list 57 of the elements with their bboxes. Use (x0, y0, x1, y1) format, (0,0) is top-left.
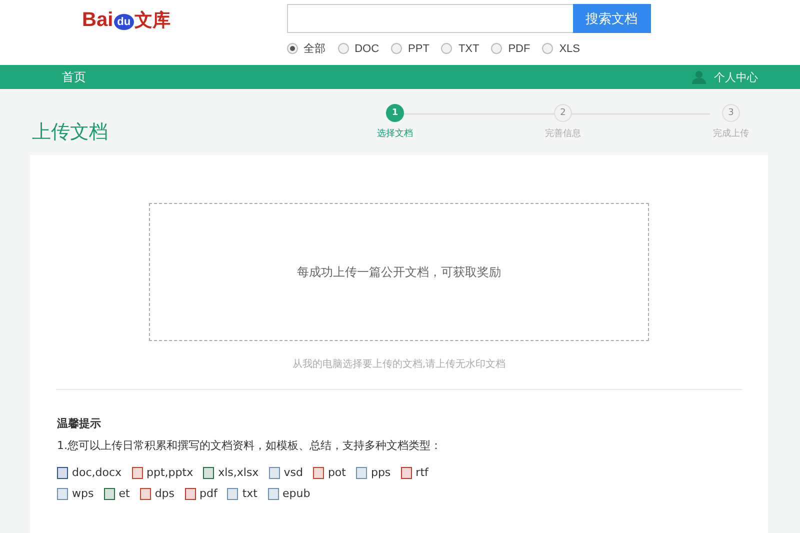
step-number: 1 (386, 104, 404, 122)
file-type-icon (57, 466, 68, 478)
radio-button[interactable] (286, 43, 298, 54)
file-type-icon (268, 488, 278, 500)
upload-prompt: 每成功上传一篇公开文档，可获取奖励 (297, 264, 501, 280)
step-number: 2 (554, 104, 572, 122)
logo-text: Bai (82, 9, 114, 32)
radio-button[interactable] (542, 43, 554, 54)
step-label: 完成上传 (713, 128, 749, 140)
page-title: 上传文档 (32, 120, 108, 145)
file-type-icon (184, 488, 196, 500)
tips-title: 温馨提示 (57, 416, 102, 431)
file-type-label: txt (242, 487, 258, 500)
step-label: 完善信息 (545, 127, 581, 140)
file-type-icon (312, 466, 324, 478)
file-type-label: doc,docx (72, 466, 122, 479)
file-type-label: wps (72, 487, 94, 500)
tips-text: 1.您可以上传日常积累和撰写的文档资料，如模板、总结，支持多种文档类型： (57, 438, 442, 453)
upload-caption: 从我的电脑选择要上传的文档,请上传无水印文档 (291, 358, 507, 371)
file-type-icon (132, 466, 143, 478)
file-type-icon (140, 488, 151, 500)
user-icon[interactable] (692, 70, 706, 84)
search-button[interactable]: 搜索文档 (572, 4, 651, 33)
radio-button[interactable] (391, 43, 402, 54)
step-number: 3 (722, 104, 740, 122)
filter-label[interactable]: 全部 (304, 41, 326, 56)
file-type-icon (227, 488, 238, 500)
filter-label[interactable]: PDF (508, 42, 530, 54)
file-type-label: ppt,pptx (146, 466, 194, 479)
file-type-icon (268, 466, 280, 478)
file-type-icon (104, 488, 115, 500)
file-type-icon (57, 488, 68, 500)
filter-label[interactable]: TXT (458, 42, 480, 54)
file-type-icon (400, 466, 412, 478)
radio-button[interactable] (441, 43, 452, 54)
file-type-label: xls,xlsx (218, 466, 259, 479)
file-type-label: pdf (200, 487, 218, 500)
filter-label[interactable]: XLS (559, 42, 580, 54)
file-type-label: dps (154, 487, 175, 500)
filter-label[interactable]: PPT (408, 42, 430, 54)
search-field[interactable] (286, 4, 573, 33)
filter-label[interactable]: DOC (354, 42, 380, 54)
file-type-label: rtf (416, 466, 428, 479)
file-type-label: epub (282, 487, 310, 500)
file-type-label: pps (370, 466, 391, 479)
logo-paw-badge: du (114, 14, 134, 30)
file-type-label: pot (328, 466, 346, 479)
radio-button[interactable] (338, 43, 349, 54)
step-label: 选择文档 (377, 128, 413, 140)
file-type-icon (356, 466, 367, 478)
logo[interactable]: Bai du 文库 (82, 6, 171, 32)
logo-text: 文库 (134, 9, 171, 32)
radio-button[interactable] (491, 43, 502, 54)
file-type-icon (203, 466, 214, 478)
file-type-label: vsd (284, 466, 303, 479)
upload-drop-zone[interactable]: 每成功上传一篇公开文档，可获取奖励 (149, 203, 649, 341)
file-type-label: et (118, 487, 130, 500)
